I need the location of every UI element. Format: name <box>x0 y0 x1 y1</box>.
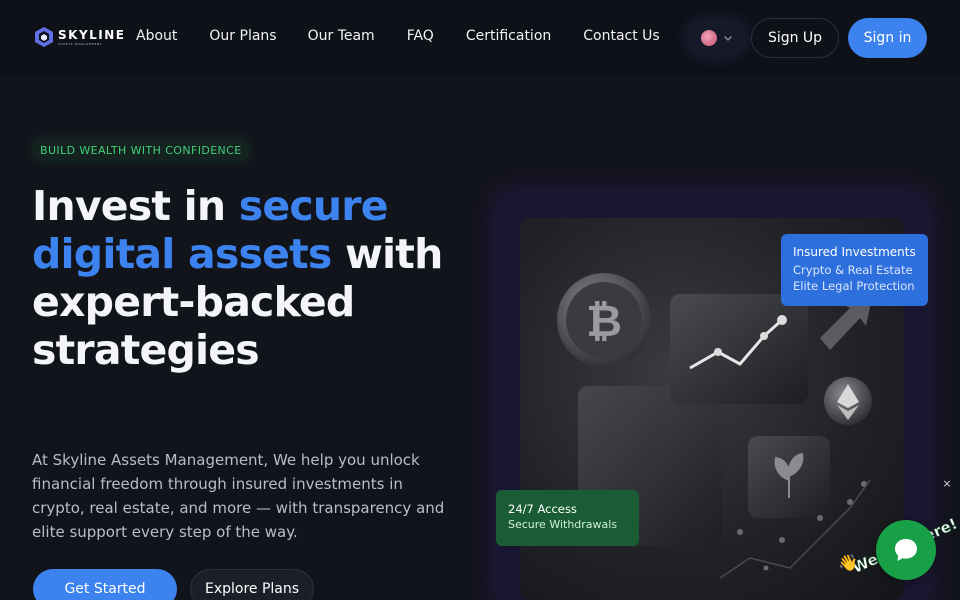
svg-text:₿: ₿ <box>586 296 622 347</box>
ethereum-icon <box>824 377 872 425</box>
get-started-button[interactable]: Get Started <box>33 569 177 600</box>
sign-up-button[interactable]: Sign Up <box>751 18 839 58</box>
nav-faq[interactable]: FAQ <box>407 28 434 44</box>
headline-part1: Invest in <box>32 182 239 230</box>
hero-description: At Skyline Assets Management, We help yo… <box>32 451 445 541</box>
brand-subtitle: ASSETS MANAGEMENT <box>58 41 103 46</box>
logo-mark-icon <box>35 27 53 47</box>
hero-tagline: BUILD WEALTH WITH CONFIDENCE <box>32 139 250 161</box>
chart-up-icon <box>670 294 808 404</box>
chat-close-icon[interactable]: × <box>941 478 953 490</box>
site-header: SKYLINE ASSETS MANAGEMENT About Our Plan… <box>0 0 960 76</box>
insured-line2: Elite Legal Protection <box>793 279 915 293</box>
waving-hand-icon: 👋 <box>838 553 858 572</box>
nav-our-plans[interactable]: Our Plans <box>209 28 276 44</box>
nav-certification[interactable]: Certification <box>466 28 551 44</box>
brand-name: SKYLINE <box>58 27 126 42</box>
chat-button[interactable] <box>876 520 936 580</box>
insured-line1: Crypto & Real Estate <box>793 263 913 277</box>
sign-in-button[interactable]: Sign in <box>848 18 927 58</box>
main-nav: About Our Plans Our Team FAQ Certificati… <box>136 28 692 44</box>
chevron-down-icon <box>724 36 732 41</box>
insured-title: Insured Investments <box>793 245 916 259</box>
insured-investments-card: Insured Investments Crypto & Real Estate… <box>781 234 928 306</box>
nav-contact-us[interactable]: Contact Us <box>583 28 659 44</box>
hero-headline: Invest in secure digital assets with exp… <box>32 182 472 374</box>
plant-icon <box>748 436 830 518</box>
us-flag-icon <box>701 30 717 46</box>
language-selector[interactable] <box>686 19 748 57</box>
brand-logo[interactable]: SKYLINE ASSETS MANAGEMENT <box>34 26 125 48</box>
bitcoin-icon: ₿ <box>557 273 651 367</box>
nav-our-team[interactable]: Our Team <box>308 28 375 44</box>
nav-about[interactable]: About <box>136 28 177 44</box>
explore-plans-button[interactable]: Explore Plans <box>190 569 314 600</box>
access-card: 24/7 Access Secure Withdrawals <box>496 490 639 546</box>
chat-bubble-icon <box>895 539 917 561</box>
access-line1: Secure Withdrawals <box>508 518 618 531</box>
access-title: 24/7 Access <box>508 502 577 516</box>
